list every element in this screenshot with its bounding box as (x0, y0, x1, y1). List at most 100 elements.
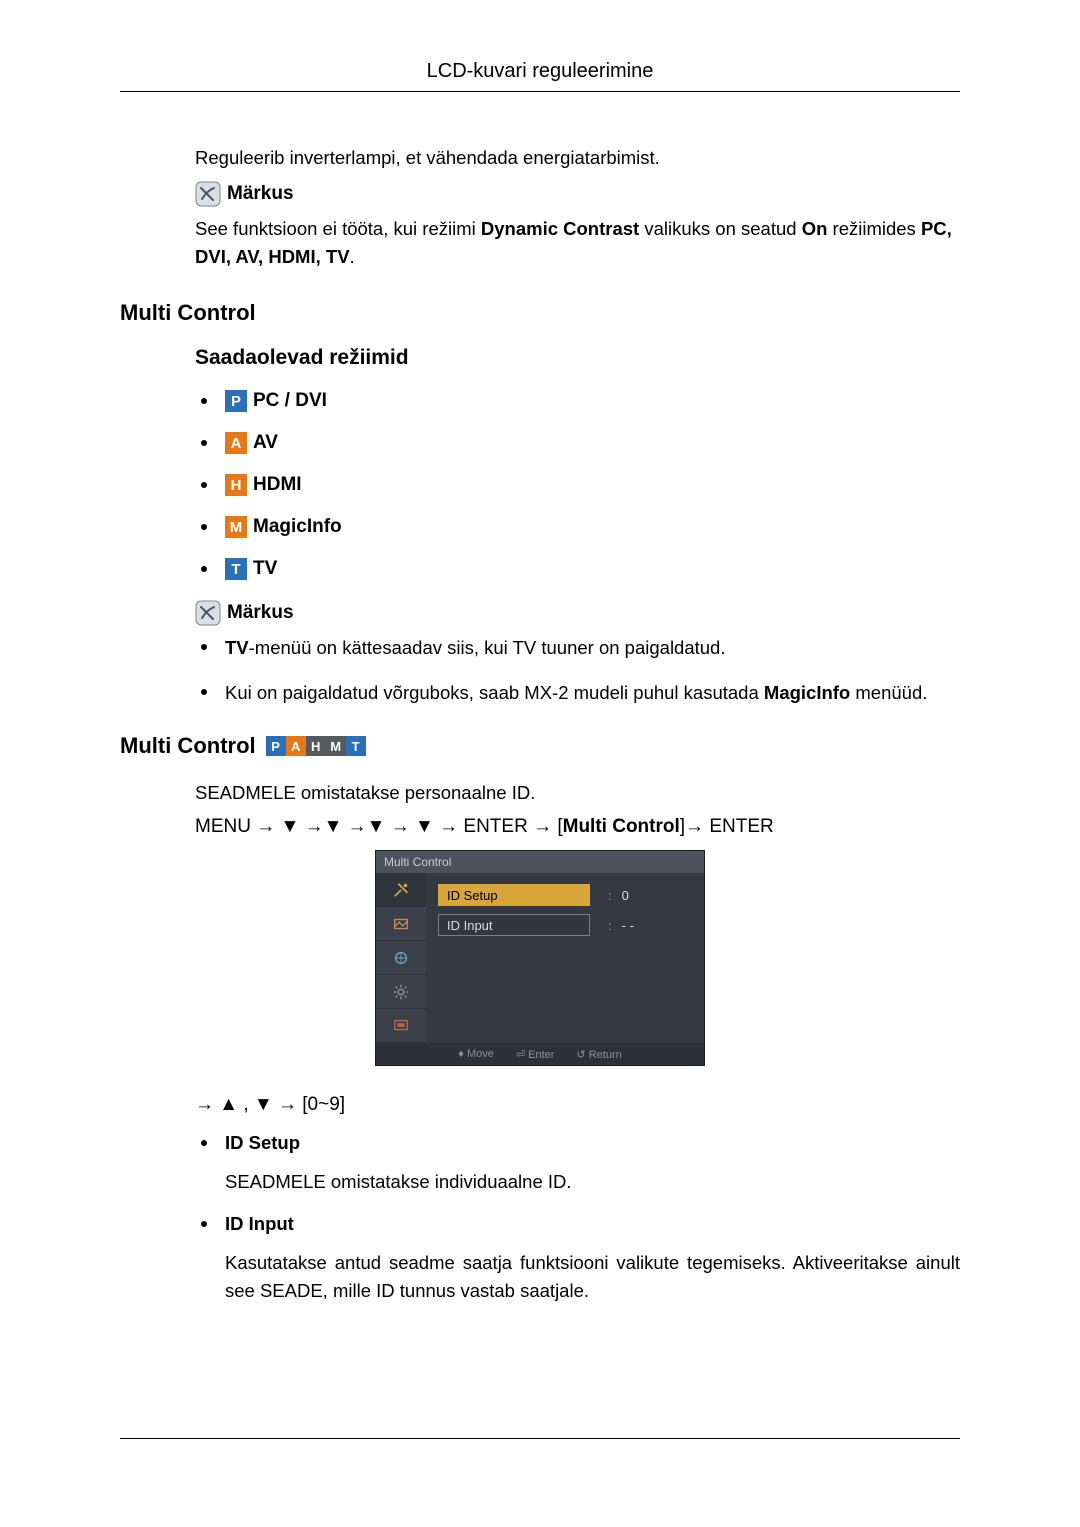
id-item-desc: SEADMELE omistatakse individuaalne ID. (225, 1168, 960, 1197)
list-item: ID Input Kasutatakse antud seadme saatja… (195, 1213, 960, 1306)
osd-hint-move: ♦ Move (458, 1048, 494, 1060)
osd-row: ID Setup : 0 (438, 883, 692, 907)
note-text-mid2: režiimides (827, 218, 921, 239)
bullet-icon (201, 440, 207, 446)
osd-hint-return-text: Return (589, 1049, 622, 1061)
mode-strip: P A H M T (266, 736, 366, 756)
mode-box-a-icon: A (286, 736, 306, 756)
mode-letter: A (231, 435, 242, 452)
bullet-icon (201, 482, 207, 488)
mode-letter: P (271, 739, 280, 754)
note-item-text: Kui on paigaldatud võrguboks, saab MX-2 … (225, 679, 927, 708)
notes-list: TV-menüü on kättesaadav siis, kui TV tuu… (195, 634, 960, 707)
osd-window: Multi Control (375, 850, 705, 1066)
id-item-label: ID Setup (225, 1132, 300, 1154)
mode-box-p-icon: P (225, 390, 247, 412)
post-nav: → ▲ , ▼ → [0~9] (195, 1094, 960, 1116)
osd-row-label: ID Input (438, 914, 590, 936)
note-row: Märkus (195, 181, 960, 207)
menu-path-bold: Multi Control (563, 816, 680, 837)
osd-hint-enter-text: Enter (528, 1049, 554, 1061)
osd-colon: : (608, 888, 612, 903)
osd-body: ID Setup : 0 ID Input : - - (376, 873, 704, 1043)
osd-side-icon (376, 975, 426, 1009)
osd-sidebar (376, 873, 426, 1043)
mode-box-h-icon: H (306, 736, 326, 756)
intro-text: Reguleerib inverterlampi, et vähendada e… (195, 144, 955, 173)
mode-box-t-icon: T (225, 558, 247, 580)
list-item: M MagicInfo (195, 516, 960, 538)
osd-row: ID Input : - - (438, 913, 692, 937)
osd-side-icon (376, 907, 426, 941)
menu-path: MENU → ▼ →▼ →▼ → ▼ → ENTER → [Multi Cont… (195, 816, 960, 838)
globe-icon (392, 949, 410, 967)
mode-letter: P (231, 393, 241, 410)
mode-label: TV (253, 558, 277, 580)
bullet-icon (201, 524, 207, 530)
osd-hint-move-text: Move (467, 1048, 494, 1060)
osd-colon: : (608, 918, 612, 933)
osd-bottom-bar: ♦ Move ⏎ Enter ↺ Return (376, 1043, 704, 1065)
note-icon (195, 600, 221, 626)
page-header-title: LCD-kuvari reguleerimine (120, 60, 960, 83)
mode-label: PC / DVI (253, 390, 327, 412)
osd-side-icon (376, 873, 426, 907)
list-item: A AV (195, 432, 960, 454)
menu-path-post: ]→ ENTER (680, 816, 774, 837)
mode-label: AV (253, 432, 278, 454)
mode-label: MagicInfo (253, 516, 342, 538)
mode-letter: H (231, 477, 242, 494)
note-post: menüüd. (850, 682, 927, 703)
multi-control-heading-row: Multi Control P A H M T (120, 733, 960, 759)
bullet-icon (201, 644, 207, 650)
bullet-icon (201, 689, 207, 695)
note-label: Märkus (227, 183, 294, 205)
mode-letter: M (330, 739, 341, 754)
mode-letter: T (231, 561, 240, 578)
osd-side-icon (376, 941, 426, 975)
mode-box-h-icon: H (225, 474, 247, 496)
list-item: TV-menüü on kättesaadav siis, kui TV tuu… (195, 634, 960, 663)
footer-rule (120, 1438, 960, 1439)
list-item: T TV (195, 558, 960, 580)
mode-box-a-icon: A (225, 432, 247, 454)
picture-icon (392, 915, 410, 933)
mode-letter: T (352, 739, 360, 754)
note-row: Märkus (195, 600, 960, 626)
bullet-icon (201, 398, 207, 404)
mc-intro: SEADMELE omistatakse personaalne ID. (195, 779, 955, 808)
list-item: ID Setup SEADMELE omistatakse individuaa… (195, 1132, 960, 1197)
osd-title: Multi Control (376, 851, 704, 873)
note-item-text: TV-menüü on kättesaadav siis, kui TV tuu… (225, 634, 726, 663)
mode-letter: H (311, 739, 320, 754)
section-multi-control: Multi Control (120, 300, 960, 326)
id-item-desc: Kasutatakse antud seadme saatja funktsio… (225, 1249, 960, 1306)
mode-box-m-icon: M (326, 736, 346, 756)
note-bold: MagicInfo (764, 682, 850, 703)
id-item-label: ID Input (225, 1213, 294, 1235)
tools-icon (392, 881, 410, 899)
note-pre: Kui on paigaldatud võrguboks, saab MX-2 … (225, 682, 764, 703)
bullet-icon (201, 1221, 207, 1227)
mode-box-m-icon: M (225, 516, 247, 538)
osd-main: ID Setup : 0 ID Input : - - (426, 873, 704, 1043)
note-bold-2: On (802, 218, 828, 239)
modes-list: P PC / DVI A AV H HDMI M MagicInfo T TV (195, 390, 960, 580)
mode-box-p-icon: P (266, 736, 286, 756)
section-available-modes: Saadaolevad režiimid (195, 346, 960, 370)
osd-row-value: - - (622, 918, 634, 933)
multi-control-title: Multi Control (120, 733, 256, 759)
note-text-end: . (350, 246, 355, 267)
bullet-icon (201, 566, 207, 572)
osd-spacer (438, 943, 692, 1013)
note-icon (195, 181, 221, 207)
note-label: Märkus (227, 602, 294, 624)
osd-row-label: ID Setup (438, 884, 590, 906)
gear-icon (392, 983, 410, 1001)
osd-screenshot: Multi Control (120, 850, 960, 1066)
header-rule (120, 91, 960, 92)
bullet-icon (201, 1140, 207, 1146)
note-body: See funktsioon ei tööta, kui režiimi Dyn… (195, 215, 955, 272)
note-text-mid: valikuks on seatud (639, 218, 801, 239)
mode-box-t-icon: T (346, 736, 366, 756)
